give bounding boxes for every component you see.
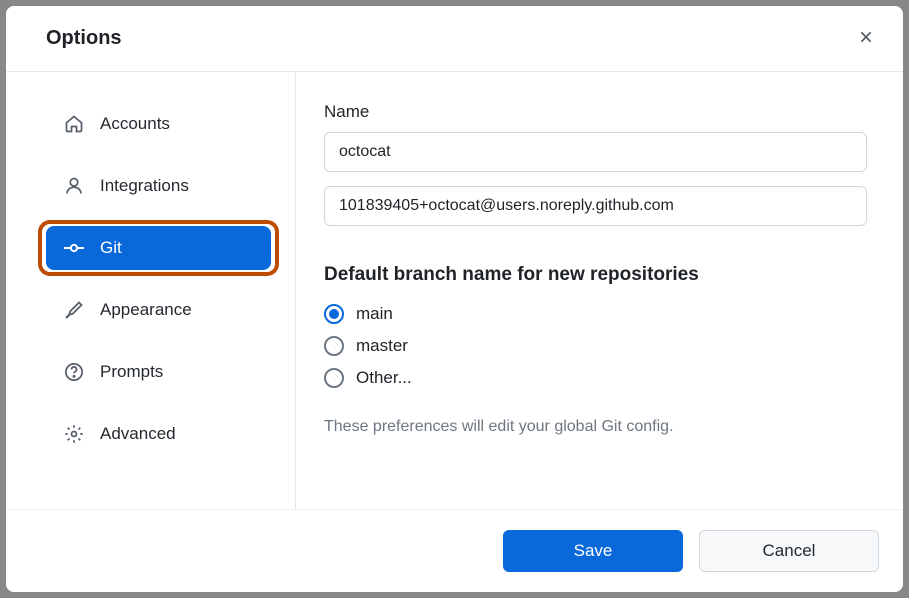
- content-panel: Name Default branch name for new reposit…: [296, 72, 903, 509]
- sidebar-item-label: Integrations: [100, 176, 189, 196]
- paintbrush-icon: [64, 300, 84, 320]
- sidebar-item-prompts[interactable]: Prompts: [46, 350, 271, 394]
- close-button[interactable]: [853, 24, 879, 53]
- name-input[interactable]: [324, 132, 867, 172]
- radio-icon: [324, 304, 344, 324]
- sidebar-item-label: Appearance: [100, 300, 192, 320]
- radio-option-main[interactable]: main: [324, 304, 867, 324]
- cancel-button[interactable]: Cancel: [699, 530, 879, 572]
- help-text: These preferences will edit your global …: [324, 418, 867, 436]
- radio-icon: [324, 336, 344, 356]
- modal-footer: Save Cancel: [6, 509, 903, 592]
- sidebar-item-label: Accounts: [100, 114, 170, 134]
- radio-icon: [324, 368, 344, 388]
- name-label: Name: [324, 102, 867, 122]
- gear-icon: [64, 424, 84, 444]
- person-icon: [64, 176, 84, 196]
- sidebar-item-appearance[interactable]: Appearance: [46, 288, 271, 332]
- sidebar-item-integrations[interactable]: Integrations: [46, 164, 271, 208]
- question-icon: [64, 362, 84, 382]
- radio-option-master[interactable]: master: [324, 336, 867, 356]
- default-branch-heading: Default branch name for new repositories: [324, 264, 867, 286]
- close-icon: [857, 28, 875, 49]
- modal-body: Accounts Integrations Git: [6, 72, 903, 509]
- modal-title: Options: [46, 27, 122, 50]
- radio-label: Other...: [356, 368, 412, 388]
- sidebar-item-label: Git: [100, 238, 122, 258]
- radio-label: master: [356, 336, 408, 356]
- email-input[interactable]: [324, 186, 867, 226]
- sidebar-item-accounts[interactable]: Accounts: [46, 102, 271, 146]
- modal-header: Options: [6, 6, 903, 72]
- sidebar-item-label: Advanced: [100, 424, 176, 444]
- sidebar: Accounts Integrations Git: [6, 72, 296, 509]
- options-modal: Options Accounts: [6, 6, 903, 592]
- git-commit-icon: [64, 238, 84, 258]
- sidebar-item-advanced[interactable]: Advanced: [46, 412, 271, 456]
- home-icon: [64, 114, 84, 134]
- save-button[interactable]: Save: [503, 530, 683, 572]
- radio-option-other[interactable]: Other...: [324, 368, 867, 388]
- radio-label: main: [356, 304, 393, 324]
- branch-radio-group: main master Other...: [324, 304, 867, 388]
- sidebar-item-label: Prompts: [100, 362, 163, 382]
- sidebar-item-git[interactable]: Git: [46, 226, 271, 270]
